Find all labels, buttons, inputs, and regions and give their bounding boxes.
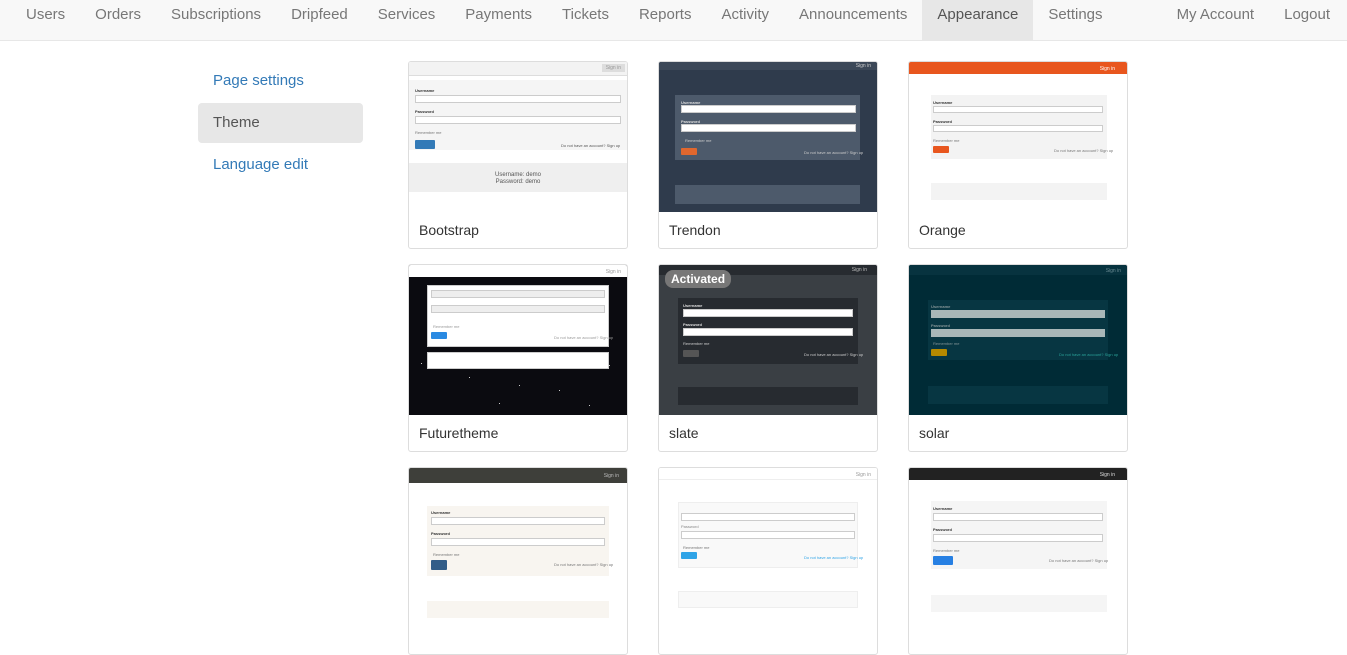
nav-payments[interactable]: Payments: [450, 0, 547, 30]
theme-preview: Sign in Username Password Remember me Do…: [909, 468, 1127, 618]
sidebar-item-page-settings[interactable]: Page settings: [198, 61, 363, 101]
nav-users[interactable]: Users: [11, 0, 80, 30]
theme-card-slate[interactable]: Activated Sign in Username Password Reme…: [658, 264, 878, 452]
nav-services[interactable]: Services: [363, 0, 451, 30]
theme-name: solar: [919, 425, 950, 441]
theme-card-trendon[interactable]: Sign in Username Password Remember me Do…: [658, 61, 878, 249]
theme-card-solar[interactable]: Sign in Username Password Remember me Do…: [908, 264, 1128, 452]
nav-logout[interactable]: Logout: [1269, 0, 1345, 30]
nav-announcements[interactable]: Announcements: [784, 0, 922, 30]
sidebar-item-theme[interactable]: Theme: [198, 103, 363, 143]
theme-preview: Sign in Remember me Do not have an accou…: [409, 265, 627, 415]
theme-name: Orange: [919, 222, 966, 238]
nav-orders[interactable]: Orders: [80, 0, 156, 30]
sidebar-item-language-edit[interactable]: Language edit: [198, 145, 363, 185]
theme-name: Futuretheme: [419, 425, 499, 441]
nav-appearance[interactable]: Appearance: [922, 0, 1034, 40]
nav-tickets[interactable]: Tickets: [547, 0, 624, 30]
theme-preview: Sign in Password Remember me Do not have…: [659, 468, 877, 618]
theme-card-8[interactable]: Sign in Password Remember me Do not have…: [658, 467, 878, 655]
theme-name: slate: [669, 425, 699, 441]
theme-name: Trendon: [669, 222, 721, 238]
main-nav: Users Orders Subscriptions Dripfeed Serv…: [11, 0, 1118, 40]
theme-card-bootstrap[interactable]: Sign in Username Password Remember me Do…: [408, 61, 628, 249]
theme-preview: Sign in Username Password Remember me Do…: [659, 62, 877, 212]
theme-card-7[interactable]: Sign in Username Password Remember me Do…: [408, 467, 628, 655]
nav-activity[interactable]: Activity: [706, 0, 784, 30]
activated-badge: Activated: [665, 270, 732, 288]
theme-preview: Sign in Username Password Remember me Do…: [409, 62, 627, 212]
nav-my-account[interactable]: My Account: [1162, 0, 1270, 30]
appearance-sidebar: Page settings Theme Language edit: [198, 61, 363, 187]
top-navbar: Users Orders Subscriptions Dripfeed Serv…: [0, 0, 1347, 41]
theme-name: Bootstrap: [419, 222, 479, 238]
account-nav: My Account Logout: [1162, 0, 1345, 40]
theme-preview: Sign in Username Password Remember me Do…: [909, 62, 1127, 212]
theme-card-futuretheme[interactable]: Sign in Remember me Do not have an accou…: [408, 264, 628, 452]
nav-reports[interactable]: Reports: [624, 0, 707, 30]
theme-preview: Sign in Username Password Remember me Do…: [409, 468, 627, 618]
nav-dripfeed[interactable]: Dripfeed: [276, 0, 363, 30]
nav-subscriptions[interactable]: Subscriptions: [156, 0, 276, 30]
theme-card-orange[interactable]: Sign in Username Password Remember me Do…: [908, 61, 1128, 249]
theme-card-9[interactable]: Sign in Username Password Remember me Do…: [908, 467, 1128, 655]
nav-settings[interactable]: Settings: [1033, 0, 1117, 30]
theme-preview: Sign in Username Password Remember me Do…: [909, 265, 1127, 415]
